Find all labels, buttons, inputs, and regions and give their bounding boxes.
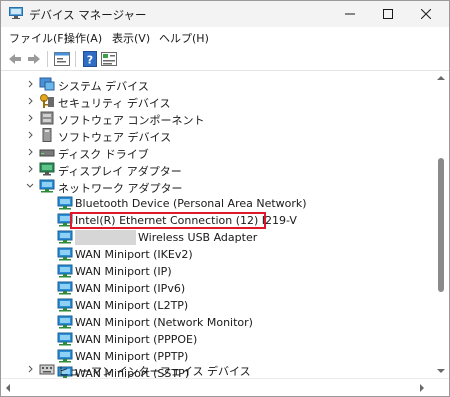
- hid-icon: [39, 364, 55, 375]
- tree-item-adapter-intel-ethernet[interactable]: Intel(R) Ethernet Connection (12) I219-V: [1, 212, 433, 229]
- tree-item-hid[interactable]: ヒューマン インターフェイス デバイス: [1, 361, 433, 378]
- tree-item-adapter[interactable]: WAN Miniport (Network Monitor): [1, 314, 433, 331]
- network-adapter-icon: [57, 298, 73, 312]
- tree-item-adapter[interactable]: WAN Miniport (PPPOE): [1, 331, 433, 348]
- network-adapter-icon: [57, 230, 73, 244]
- disk-drive-icon: [39, 149, 55, 157]
- close-icon: [421, 9, 431, 19]
- scroll-up-arrow-icon[interactable]: [437, 75, 445, 81]
- scroll-down-arrow-icon[interactable]: [437, 368, 445, 374]
- back-button[interactable]: [6, 51, 24, 67]
- tree-item-label: WAN Miniport (PPPOE): [75, 333, 198, 346]
- tree-item-label: Wireless USB Adapter: [138, 231, 258, 244]
- tree-item-security-devices[interactable]: セキュリティ デバイス: [1, 93, 433, 110]
- tree-item-label: ヒューマン インターフェイス デバイス: [58, 365, 251, 378]
- scroll-left-arrow-icon[interactable]: [5, 384, 11, 392]
- tree-item-label: セキュリティ デバイス: [58, 97, 171, 110]
- network-adapter-icon: [57, 315, 73, 329]
- tree-item-adapter[interactable]: WAN Miniport (IKEv2): [1, 246, 433, 263]
- chevron-right-icon[interactable]: [26, 163, 36, 175]
- minimize-icon: [345, 13, 355, 15]
- tree-item-adapter[interactable]: WAN Miniport (IPv6): [1, 280, 433, 297]
- vertical-scrollbar[interactable]: [433, 72, 449, 378]
- properties-icon: [54, 52, 70, 66]
- chevron-right-icon[interactable]: [26, 129, 36, 141]
- tree-item-label: ディスプレイ アダプター: [58, 165, 182, 178]
- display-adapter-icon: [39, 162, 55, 176]
- close-button[interactable]: [409, 1, 443, 27]
- device-tree[interactable]: システム デバイス セキュリティ デバイス ソフトウェア コンポーネント ソフト…: [1, 72, 433, 378]
- properties-button[interactable]: [53, 51, 71, 67]
- chevron-right-icon[interactable]: [26, 78, 36, 90]
- network-adapter-icon: [39, 179, 55, 193]
- chevron-right-icon[interactable]: [26, 146, 36, 158]
- device-manager-icon: [9, 7, 23, 19]
- tree-item-label: Intel(R) Ethernet Connection (12) I219-V: [75, 214, 297, 227]
- menu-file[interactable]: ファイル(F): [9, 30, 68, 46]
- tree-item-network-adapters[interactable]: ネットワーク アダプター: [1, 178, 433, 195]
- tree-item-label: ネットワーク アダプター: [58, 182, 183, 195]
- network-adapter-icon: [57, 281, 73, 295]
- tree-item-disk-drives[interactable]: ディスク ドライブ: [1, 144, 433, 161]
- tree-item-label: WAN Miniport (IKEv2): [75, 248, 193, 261]
- security-key-icon: [40, 94, 54, 108]
- tree-item-label: ソフトウェア コンポーネント: [58, 114, 205, 127]
- toolbar-separator: [75, 51, 76, 67]
- network-adapter-icon: [57, 332, 73, 346]
- tree-item-system-devices[interactable]: システム デバイス: [1, 76, 433, 93]
- minimize-button[interactable]: [333, 1, 367, 27]
- tree-item-label: WAN Miniport (IP): [75, 265, 172, 278]
- window-title: デバイス マネージャー: [29, 8, 147, 22]
- menu-help[interactable]: ヘルプ(H): [159, 30, 209, 46]
- horizontal-scrollbar[interactable]: [1, 378, 449, 396]
- tree-item-label: WAN Miniport (IPv6): [75, 282, 186, 295]
- scrollbar-thumb[interactable]: [438, 158, 444, 292]
- tree-item-label: WAN Miniport (L2TP): [75, 299, 189, 312]
- view-button[interactable]: [100, 51, 118, 67]
- tree-item-software-devices[interactable]: ソフトウェア デバイス: [1, 127, 433, 144]
- chevron-right-icon[interactable]: [26, 95, 36, 107]
- tree-item-display-adapters[interactable]: ディスプレイ アダプター: [1, 161, 433, 178]
- help-button[interactable]: ?: [81, 51, 99, 67]
- tree-item-adapter[interactable]: WAN Miniport (IP): [1, 263, 433, 280]
- toolbar-separator: [47, 51, 48, 67]
- svg-text:?: ?: [87, 54, 93, 67]
- title-bar[interactable]: デバイス マネージャー: [1, 1, 449, 27]
- chevron-right-icon[interactable]: [26, 363, 36, 375]
- menu-action[interactable]: 操作(A): [64, 30, 102, 46]
- tree-item-label: WAN Miniport (Network Monitor): [75, 316, 253, 329]
- tree-item-label: ソフトウェア デバイス: [58, 131, 172, 144]
- menu-view[interactable]: 表示(V): [112, 30, 150, 46]
- tree-item-adapter[interactable]: Wireless USB Adapter: [1, 229, 433, 246]
- help-icon: ?: [83, 51, 97, 67]
- software-device-icon: [42, 128, 52, 142]
- software-component-icon: [40, 111, 54, 125]
- menu-bar: ファイル(F) 操作(A) 表示(V) ヘルプ(H): [1, 27, 449, 47]
- redacted-block: [75, 230, 136, 245]
- scroll-right-arrow-icon[interactable]: [419, 384, 425, 392]
- network-adapter-icon: [57, 196, 73, 210]
- tree-item-label: ディスク ドライブ: [58, 148, 149, 161]
- tree-item-software-components[interactable]: ソフトウェア コンポーネント: [1, 110, 433, 127]
- tree-item-label: システム デバイス: [58, 80, 149, 93]
- system-device-icon: [39, 77, 55, 91]
- back-arrow-icon: [9, 54, 21, 64]
- tree-item-adapter[interactable]: Bluetooth Device (Personal Area Network): [1, 195, 433, 212]
- maximize-button[interactable]: [371, 1, 405, 27]
- tree-item-label: Bluetooth Device (Personal Area Network): [75, 197, 307, 210]
- tree-item-adapter[interactable]: WAN Miniport (L2TP): [1, 297, 433, 314]
- forward-arrow-icon: [28, 54, 40, 64]
- view-icon: [101, 52, 117, 66]
- maximize-icon: [383, 9, 393, 19]
- chevron-down-icon[interactable]: [25, 180, 35, 192]
- network-adapter-icon: [57, 247, 73, 261]
- device-manager-window: デバイス マネージャー ファイル(F) 操作(A) 表示(V) ヘルプ(H) ?: [0, 0, 450, 397]
- toolbar: ?: [1, 47, 449, 71]
- chevron-right-icon[interactable]: [26, 112, 36, 124]
- network-adapter-icon: [57, 264, 73, 278]
- forward-button[interactable]: [25, 51, 43, 67]
